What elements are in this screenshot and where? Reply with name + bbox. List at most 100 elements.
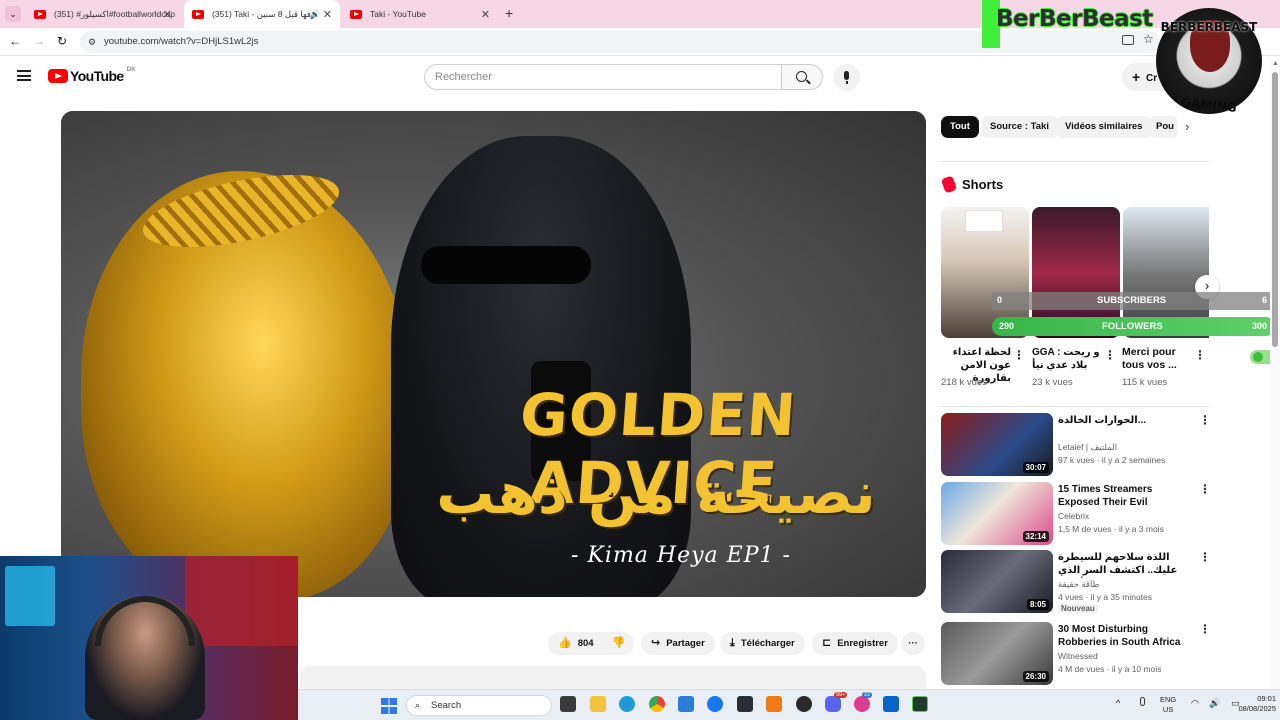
related-video-card[interactable]: 32:14 15 Times Streamers Exposed Their Ev… [941,482,1211,546]
shorts-heading: Shorts [962,177,1004,192]
edge-browser-icon[interactable] [619,696,635,712]
chips-next-icon[interactable]: › [1185,119,1189,134]
short-title[interactable]: Merci pour tous vos ... [1122,346,1192,372]
related-video-card[interactable]: 26:30 30 Most Disturbing Robberies in Sou… [941,622,1211,686]
new-tab-icon[interactable]: + [505,5,513,21]
video-title[interactable]: اللذة سلاحهم للسيطرة عليك.. اكتشف السر ا… [1058,551,1196,578]
share-button[interactable]: ↪ Partager [641,632,715,655]
search-input[interactable]: Rechercher [424,64,782,90]
related-video-card[interactable]: 8:05 اللذة سلاحهم للسيطرة عليك.. اكتشف ال… [941,550,1211,614]
chip-source-taki[interactable]: Source : Taki [981,116,1058,138]
facebook-icon[interactable] [707,696,723,712]
followers-label: FOLLOWERS [1102,321,1163,332]
video-menu-icon[interactable]: ⋮ [1199,622,1211,636]
obs-icon[interactable] [796,696,812,712]
more-actions-button[interactable]: ··· [901,632,925,655]
video-thumbnail[interactable]: 32:14 [941,482,1053,545]
page-scrollbar[interactable]: ▲ [1270,60,1280,689]
channel-name[interactable]: طاقة حقيقة [1058,579,1099,590]
tab-list-chevron-icon[interactable]: ⌄ [5,6,21,22]
video-title[interactable]: 15 Times Streamers Exposed Their Evil Gi… [1058,483,1196,510]
forward-icon[interactable]: → [33,34,45,48]
video-menu-icon[interactable]: ⋮ [1199,482,1211,496]
chip-more[interactable]: Pou [1148,116,1178,138]
audio-icon[interactable]: 🔊 [310,10,320,19]
lang-primary: ENG [1160,695,1177,704]
site-info-icon[interactable]: ⚙ [88,31,96,53]
search-button[interactable] [781,64,823,90]
divider [941,161,1209,162]
chip-all[interactable]: Tout [941,116,979,138]
clock-time: 09:01 [1257,694,1276,703]
channel-name[interactable]: Celebrix [1058,511,1089,521]
browser-tab-2[interactable]: (351) Taki - عرفها قبل 8 سنين 🔊 ✕ [184,0,340,28]
short-title[interactable]: GGA : و ريحت بلاد عدي تيأ [1032,346,1104,374]
task-view-icon[interactable] [560,696,576,712]
region-code: DK [126,65,136,73]
reload-icon[interactable]: ↻ [57,34,67,48]
short-menu-icon[interactable]: ⋮ [1194,348,1206,362]
chevron-right-icon: › [1204,278,1210,293]
discord-icon[interactable] [825,696,841,712]
brand-text: BerBerBeast [996,6,1153,32]
video-thumbnail[interactable]: 30:07 [941,413,1053,476]
sunglasses [421,246,591,284]
channel-name[interactable]: Witnessed [1058,651,1098,661]
dislike-button[interactable]: 👎 [612,632,626,655]
show-hidden-icons-icon[interactable]: ^ [1116,698,1120,708]
close-tab-icon[interactable]: ✕ [323,8,332,21]
video-thumbnail[interactable]: 8:05 [941,550,1053,613]
webcam-overlay [0,556,298,720]
divider [941,406,1209,407]
video-thumbnail[interactable]: 26:30 [941,622,1053,685]
store-icon[interactable] [678,696,694,712]
url-text: youtube.com/watch?v=DHjLS1wL2js [104,36,259,47]
file-explorer-icon[interactable] [590,696,606,712]
video-menu-icon[interactable]: ⋮ [1199,413,1211,427]
youtube-logo[interactable]: YouTube DK [48,65,136,84]
tab-label: Taki - YouTube [370,9,426,19]
short-menu-icon[interactable]: ⋮ [1013,348,1025,362]
app-cube-icon[interactable] [737,696,753,712]
windows-taskbar: ⌕ Search ^ ENG US ◠ 🔊 ▭ 09:01 08/08/2025 [298,689,1280,720]
browser-tab-3[interactable]: Taki - YouTube ✕ [342,0,498,28]
browser-tab-1[interactable]: (351) #اكسيلور#footballworldcup ✕ [26,0,180,28]
voice-search-button[interactable] [833,64,860,91]
gaming-badge: BERBERBEAST GAMING [1150,0,1268,118]
related-video-card[interactable]: 30:07 الحوارات الخالدة... Letaief | الملتي… [941,413,1211,477]
video-title[interactable]: الحوارات الخالدة... [1058,414,1196,427]
close-tab-icon[interactable]: ✕ [481,8,490,21]
followers-start: 290 [999,321,1015,331]
app-orange-icon[interactable] [766,696,782,712]
save-button[interactable]: ⊏ Enregistrer [812,632,898,655]
windows-start-icon[interactable] [381,698,397,714]
menu-icon[interactable] [17,70,31,81]
taskbar-search[interactable]: ⌕ Search [406,695,552,716]
close-tab-icon[interactable]: ✕ [163,8,172,21]
save-label: Enregistrer [837,638,888,649]
terminal-app-icon[interactable] [912,696,928,712]
chip-similar-videos[interactable]: Vidéos similaires [1056,116,1152,138]
chrome-browser-icon[interactable] [649,696,665,712]
badge-top-text: BERBERBEAST [1160,20,1258,34]
short-menu-icon[interactable]: ⋮ [1104,348,1116,362]
clock[interactable]: 09:01 08/08/2025 [1226,694,1276,714]
video-menu-icon[interactable]: ⋮ [1199,550,1211,564]
scrollbar-thumb[interactable] [1272,72,1278,347]
like-button[interactable]: 👍 804 [558,632,594,655]
microphone-tray-icon[interactable] [1140,697,1145,706]
language-indicator[interactable]: ENG US [1160,695,1176,715]
webcam-monitor-light [5,566,55,626]
lang-secondary: US [1162,705,1174,714]
scroll-up-icon[interactable]: ▲ [1272,60,1279,67]
video-player[interactable]: GOLDEN ADVICE نصيحة من ذهب - Kima Heya E… [61,111,926,597]
download-button[interactable]: ⤓ Télécharger [720,632,805,655]
back-icon[interactable]: ← [9,34,21,48]
channel-name[interactable]: Letaief | الملتيف [1058,442,1117,453]
video-title[interactable]: 30 Most Disturbing Robberies in South Af… [1058,623,1196,650]
video-duration: 30:07 [1022,462,1049,473]
new-badge: Nouveau [1058,604,1098,613]
messenger-icon[interactable] [854,696,870,712]
overlay-subtitle: - Kima Heya EP1 - [571,543,791,568]
outlook-icon[interactable] [883,696,899,712]
